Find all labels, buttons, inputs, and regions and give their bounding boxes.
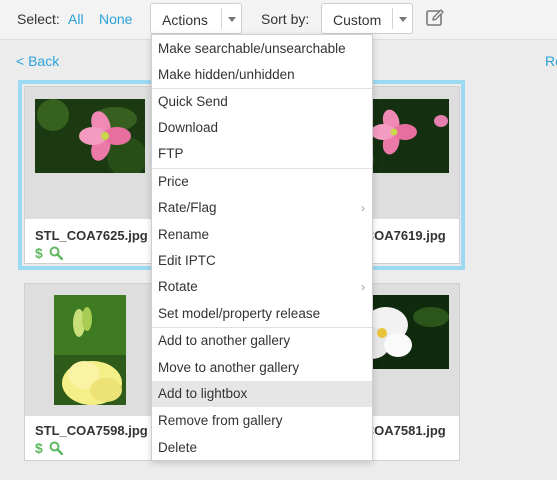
magnifier-icon[interactable] [49,441,63,455]
menu-item-label: Rotate [158,279,198,294]
menu-item-move-to-gallery[interactable]: Move to another gallery [152,355,372,381]
menu-item-label: Add to lightbox [158,386,248,401]
menu-item-remove-from-gallery[interactable]: Remove from gallery [152,408,372,434]
select-label: Select: [17,11,60,27]
sort-dropdown-value: Custom [333,12,382,28]
dropdown-divider [392,8,393,29]
chevron-down-icon [228,17,236,22]
photo-card[interactable]: STL_COA7598.jpg $ [24,283,162,461]
menu-item-label: Make hidden/unhidden [158,67,295,82]
menu-item-set-release[interactable]: Set model/property release [152,301,372,327]
actions-menu: Make searchable/unsearchable Make hidden… [151,34,373,461]
gallery-page: Select: All None Actions Sort by: Custom… [0,0,557,480]
menu-item-make-searchable[interactable]: Make searchable/unsearchable [152,36,372,62]
dollar-icon[interactable]: $ [35,441,45,455]
menu-item-rate-flag[interactable]: Rate/Flag › [152,195,372,221]
menu-item-rename[interactable]: Rename [152,222,372,248]
select-none-link[interactable]: None [99,11,132,27]
menu-item-quick-send[interactable]: Quick Send [152,89,372,115]
svg-text:$: $ [35,246,43,260]
magnifier-icon[interactable] [49,246,63,260]
select-all-link[interactable]: All [68,11,84,27]
menu-item-label: Delete [158,440,198,455]
menu-item-label: Edit IPTC [158,253,216,268]
chevron-right-icon: › [361,201,365,215]
photo-thumbnail[interactable] [35,99,145,173]
dropdown-divider [221,8,222,29]
sort-dropdown[interactable]: Custom [321,3,413,34]
menu-item-label: Download [158,120,219,135]
menu-item-label: Add to another gallery [158,333,291,348]
menu-item-label: Rename [158,227,210,242]
photo-card[interactable]: STL_COA7625.jpg $ [24,86,162,264]
menu-item-label: Move to another gallery [158,360,300,375]
back-link[interactable]: < Back [16,53,59,69]
menu-item-make-hidden[interactable]: Make hidden/unhidden [152,62,372,88]
actions-dropdown-label: Actions [162,12,208,28]
photo-filename: STL_COA7625.jpg [35,228,148,243]
menu-item-download[interactable]: Download [152,115,372,141]
next-link[interactable]: Re [545,53,557,69]
chevron-down-icon [399,17,407,22]
menu-item-price[interactable]: Price [152,169,372,195]
menu-item-label: FTP [158,146,184,161]
menu-item-rotate[interactable]: Rotate › [152,274,372,300]
chevron-right-icon: › [361,280,365,294]
menu-item-label: Set model/property release [158,306,321,321]
menu-item-edit-iptc[interactable]: Edit IPTC [152,248,372,274]
menu-item-add-to-gallery[interactable]: Add to another gallery [152,328,372,354]
photo-thumbnail[interactable] [54,295,126,405]
menu-item-delete[interactable]: Delete [152,435,372,461]
photo-filename: STL_COA7598.jpg [35,423,148,438]
menu-item-ftp[interactable]: FTP [152,141,372,167]
menu-item-label: Quick Send [158,94,228,109]
svg-text:$: $ [35,441,43,455]
actions-dropdown[interactable]: Actions [150,3,242,34]
sort-by-label: Sort by: [261,11,310,27]
menu-item-label: Remove from gallery [158,413,283,428]
menu-item-add-to-lightbox[interactable]: Add to lightbox [152,381,372,407]
menu-item-label: Price [158,174,189,189]
edit-pencil-icon[interactable] [425,8,445,28]
menu-item-label: Rate/Flag [158,200,217,215]
menu-item-label: Make searchable/unsearchable [158,41,346,56]
dollar-icon[interactable]: $ [35,246,45,260]
